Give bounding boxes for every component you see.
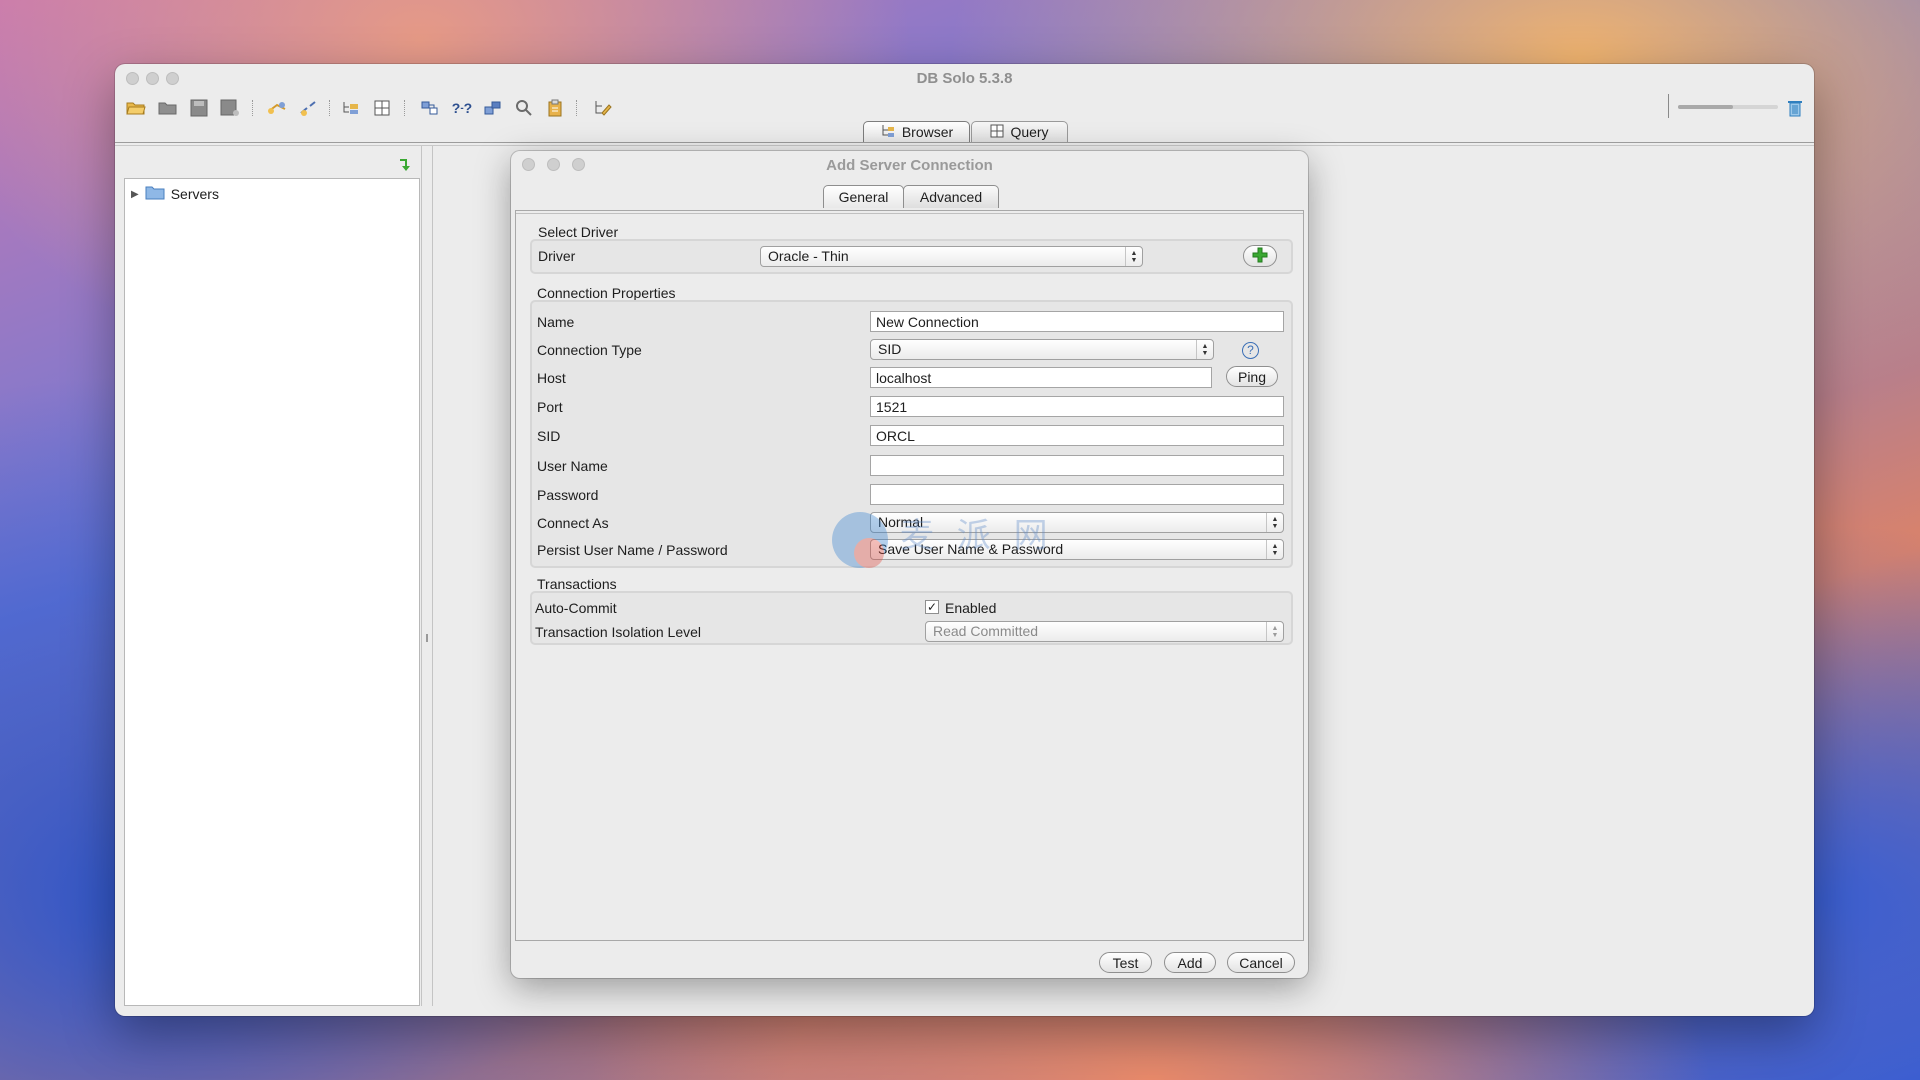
general-tab-panel: Select Driver Driver Oracle - Thin ▲ ▼ Co… (515, 210, 1304, 941)
toolbar-divider (1668, 94, 1669, 118)
add-driver-button[interactable] (1243, 245, 1277, 267)
save-icon[interactable] (189, 98, 209, 118)
connection-type-select[interactable]: SID ▲ ▼ (870, 339, 1214, 360)
select-arrows-icon: ▲ ▼ (1266, 513, 1283, 532)
test-button[interactable]: Test (1099, 952, 1152, 973)
password-input[interactable] (870, 484, 1284, 505)
save-as-icon[interactable] (220, 98, 240, 118)
clipboard-icon[interactable] (545, 98, 565, 118)
dialog-title: Add Server Connection (826, 157, 993, 174)
password-label: Password (537, 487, 599, 503)
connect-as-label: Connect As (537, 515, 609, 531)
schema-compare-icon[interactable] (420, 98, 440, 118)
progress-track (1678, 105, 1778, 109)
isolation-level-select[interactable]: Read Committed ▲ ▼ (925, 621, 1284, 642)
sid-input[interactable] (870, 425, 1284, 446)
data-compare-icon[interactable] (483, 98, 503, 118)
tab-query[interactable]: Query (971, 121, 1068, 142)
autocommit-enabled-label: Enabled (945, 600, 997, 616)
transactions-title: Transactions (537, 576, 617, 592)
open-folder-icon[interactable] (126, 98, 146, 118)
ping-button[interactable]: Ping (1226, 366, 1278, 387)
driver-label: Driver (538, 248, 576, 264)
plus-icon (1252, 247, 1268, 266)
persist-credentials-label: Persist User Name / Password (537, 542, 728, 558)
server-tree[interactable]: ▶ Servers (124, 178, 420, 1006)
add-server-connection-dialog: Add Server Connection General Advanced S… (511, 151, 1308, 978)
tab-strip-border (115, 142, 1814, 146)
folder-icon (145, 185, 165, 203)
driver-select-value: Oracle - Thin (768, 248, 849, 264)
autocommit-label: Auto-Commit (535, 600, 617, 616)
tab-browser[interactable]: Browser (863, 121, 970, 142)
select-driver-title: Select Driver (538, 224, 619, 240)
host-label: Host (537, 370, 566, 386)
disconnect-icon[interactable] (298, 98, 318, 118)
driver-select[interactable]: Oracle - Thin ▲ ▼ (760, 246, 1143, 267)
add-button[interactable]: Add (1164, 952, 1216, 973)
connection-properties-title: Connection Properties (537, 285, 676, 301)
grid-icon (990, 124, 1004, 141)
autocommit-checkbox[interactable]: ✓ (925, 600, 939, 614)
tab-general[interactable]: General (823, 185, 904, 208)
name-input[interactable] (870, 311, 1284, 332)
search-icon[interactable] (514, 98, 534, 118)
isolation-level-label: Transaction Isolation Level (535, 624, 702, 640)
username-label: User Name (537, 458, 608, 474)
expand-triangle-icon[interactable]: ▶ (131, 189, 139, 200)
tree-node-label: Servers (170, 186, 219, 202)
help-icon[interactable]: ? (1242, 342, 1259, 359)
query-compare-icon[interactable]: ? -? (452, 98, 472, 118)
tab-advanced[interactable]: Advanced (903, 185, 999, 208)
connect-as-select[interactable]: Normal ▲ ▼ (870, 512, 1284, 533)
connection-type-label: Connection Type (537, 342, 642, 358)
panel-top-border (516, 211, 1303, 214)
persist-credentials-select[interactable]: Save User Name & Password ▲ ▼ (870, 539, 1284, 560)
tree-icon (880, 124, 896, 141)
port-label: Port (537, 399, 563, 415)
trash-icon[interactable] (1785, 98, 1805, 118)
checkmark-icon: ✓ (926, 600, 938, 614)
refresh-arrow-icon[interactable] (397, 157, 413, 173)
split-pane-divider[interactable] (421, 146, 433, 1006)
cancel-button[interactable]: Cancel (1227, 952, 1295, 973)
port-input[interactable] (870, 396, 1284, 417)
connect-icon[interactable] (267, 98, 287, 118)
closed-folder-icon[interactable] (158, 98, 178, 118)
connect-as-value: Normal (878, 514, 924, 530)
connection-type-value: SID (878, 341, 902, 357)
tab-browser-label: Browser (901, 124, 954, 140)
window-title: DB Solo 5.3.8 (916, 70, 1013, 87)
host-input[interactable] (870, 367, 1212, 388)
table-grid-icon[interactable] (372, 98, 392, 118)
isolation-level-value: Read Committed (933, 623, 1039, 639)
persist-credentials-value: Save User Name & Password (878, 541, 1064, 557)
sid-label: SID (537, 428, 561, 444)
select-arrows-icon: ▲ ▼ (1196, 340, 1213, 359)
select-arrows-icon: ▲ ▼ (1266, 622, 1283, 641)
edit-tree-icon[interactable] (592, 98, 612, 118)
username-input[interactable] (870, 455, 1284, 476)
tab-query-label: Query (1010, 124, 1049, 140)
tree-node-servers[interactable]: ▶ Servers (131, 185, 219, 203)
select-arrows-icon: ▲ ▼ (1125, 247, 1142, 266)
select-arrows-icon: ▲ ▼ (1266, 540, 1283, 559)
tree-view-icon[interactable] (341, 98, 361, 118)
progress-fill (1678, 105, 1733, 109)
divider-grip (426, 634, 428, 642)
name-label: Name (537, 314, 575, 330)
